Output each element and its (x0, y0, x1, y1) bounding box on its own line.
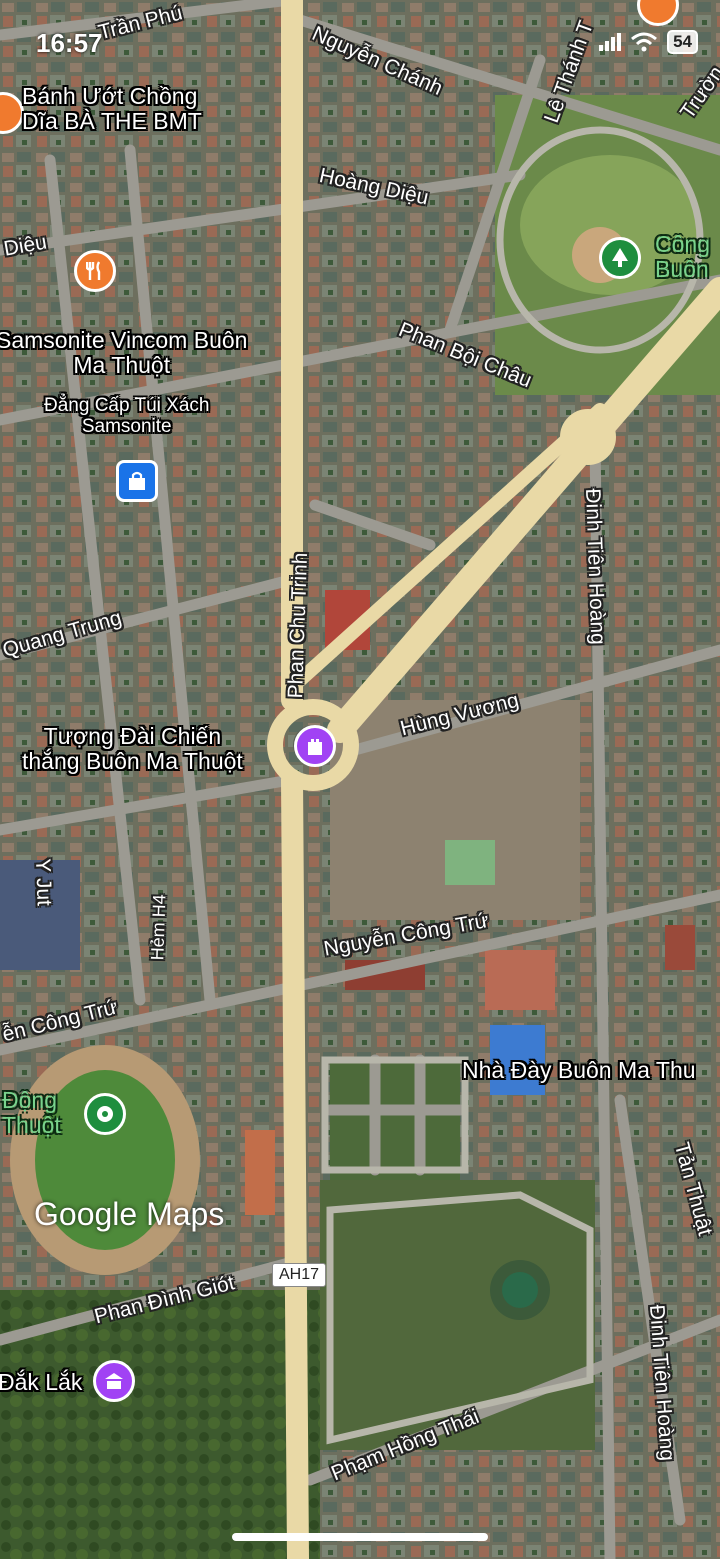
place-label-nha-day[interactable]: Nhà Đày Buôn Ma Thu (462, 1057, 696, 1083)
park-tree-pin-icon[interactable] (599, 237, 641, 279)
museum-pin-icon[interactable] (93, 1360, 135, 1402)
map-screen: 16:57 54 Bánh Ướt Chồng Dĩa BÀ THE BMT S… (0, 0, 720, 1559)
place-label-banh-uot[interactable]: Bánh Ướt Chồng Dĩa BÀ THE BMT (22, 83, 202, 135)
place-label-samsonite-sub: Đẳng Cấp Túi Xách Samsonite (44, 395, 210, 437)
home-indicator[interactable] (232, 1533, 488, 1541)
status-icons: 54 (599, 30, 698, 54)
shopping-bag-pin-icon[interactable] (116, 460, 158, 502)
road-label: Hẻm H4 (147, 893, 170, 961)
castle-icon (308, 739, 322, 755)
status-time: 16:57 (36, 28, 103, 58)
road-label: Phan Chu Trinh (284, 552, 313, 699)
google-maps-logo: Google Maps (34, 1196, 225, 1232)
ball-icon (97, 1106, 113, 1122)
museum-icon (105, 1373, 123, 1389)
place-label-tuong-dai[interactable]: Tượng Đài Chiến thắng Buôn Ma Thuột (22, 723, 243, 775)
fork-knife-icon (86, 261, 101, 280)
stadium-pin-icon[interactable] (84, 1093, 126, 1135)
monument-pin-icon[interactable] (294, 725, 336, 767)
road-label: Y Jut (31, 858, 56, 907)
restaurant-pin-icon[interactable] (74, 250, 116, 292)
place-label-samsonite[interactable]: Samsonite Vincom Buôn Ma Thuột (0, 327, 247, 379)
place-label-cong-vien[interactable]: Công Buôn (655, 231, 710, 283)
signal-icon (599, 33, 622, 51)
wifi-icon (631, 32, 658, 52)
place-label-dak-lak[interactable]: Đắk Lắk (0, 1369, 82, 1395)
bag-icon (129, 471, 145, 490)
route-shield: AH17 (272, 1263, 327, 1287)
place-label-dong-thuot[interactable]: Động Thuột (2, 1087, 61, 1139)
battery-indicator: 54 (667, 30, 698, 54)
tree-icon (612, 248, 628, 267)
